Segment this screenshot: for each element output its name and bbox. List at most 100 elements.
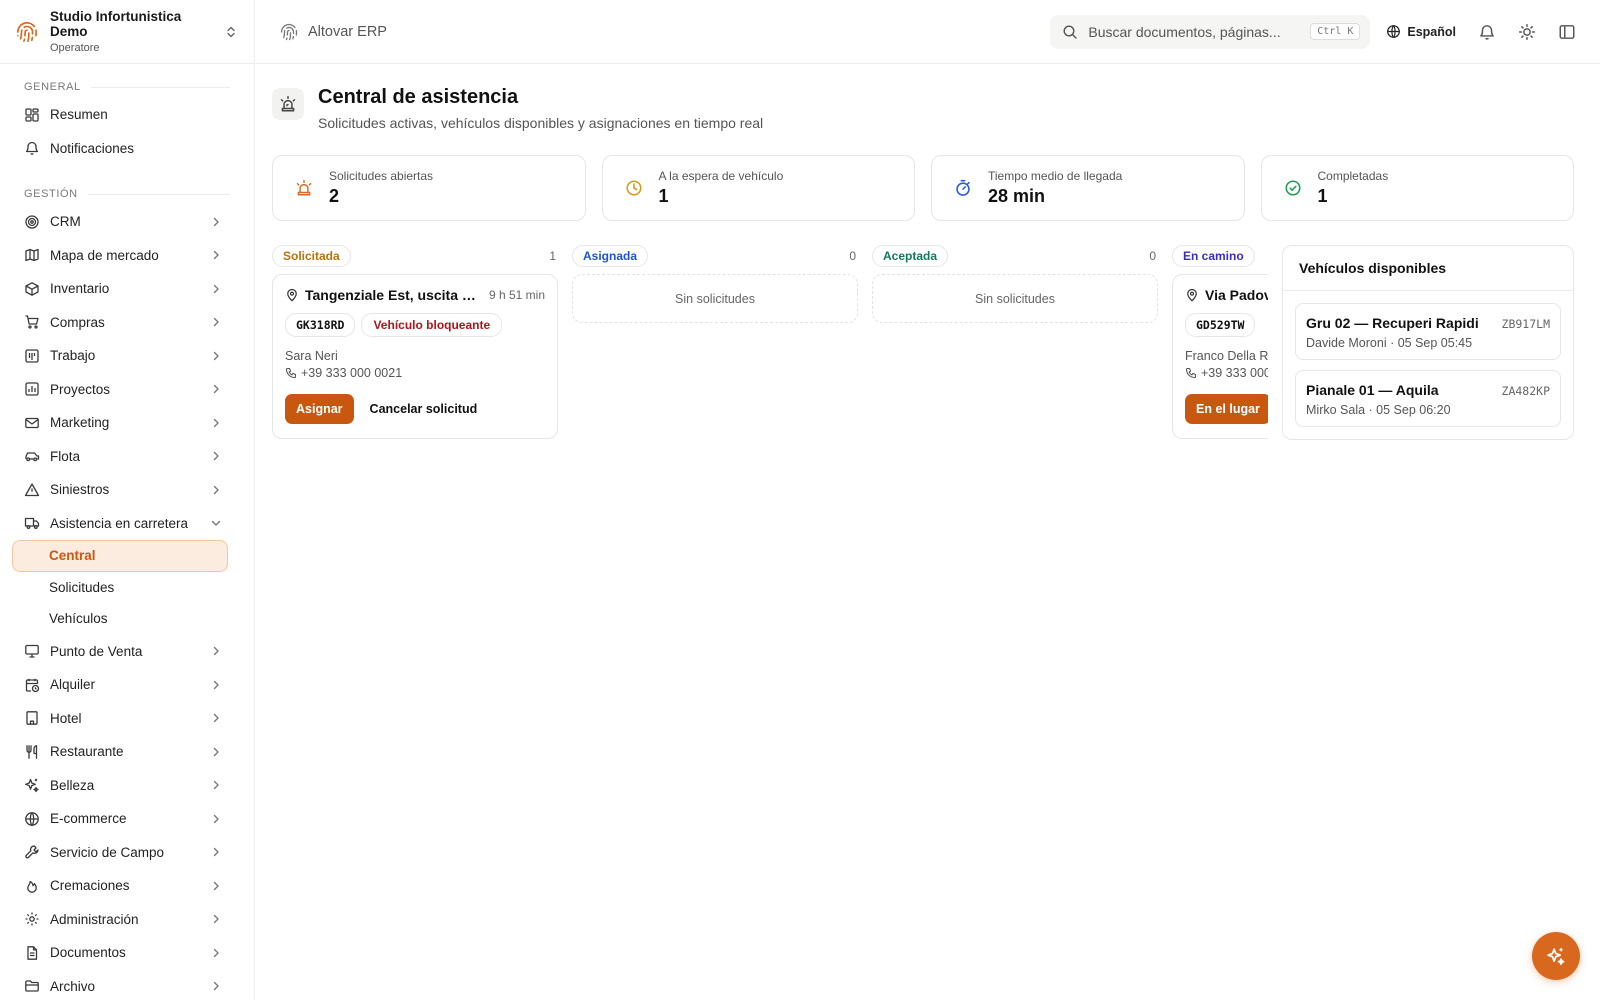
chevron-right-icon [213, 418, 219, 427]
chevron-right-icon [213, 647, 219, 656]
status-badge: Asignada [572, 245, 649, 267]
column-count: 1 [549, 249, 556, 263]
sidebar-nav: GENERAL Resumen Notificaciones GESTIÓN C… [0, 64, 254, 1000]
sidebar-item-asistencia-en-carretera[interactable]: Asistencia en carretera [0, 507, 254, 541]
on-site-button[interactable]: En el lugar [1185, 394, 1268, 424]
sidebar-item-inventario[interactable]: Inventario [0, 272, 254, 306]
sidebar-subitem-solicitudes[interactable]: Solicitudes [12, 572, 228, 604]
cancel-request-button[interactable]: Cancelar solicitud [370, 402, 478, 416]
ai-assistant-button[interactable] [1532, 932, 1580, 980]
request-card[interactable]: Via Padova GD529TW Franco Della Rocca +3… [1172, 274, 1268, 439]
target-icon [25, 215, 39, 229]
vehicle-row: Gru 02 — Recuperi Rapidi ZB917LM [1306, 315, 1550, 331]
car-icon [25, 452, 40, 462]
sidebar-item-mapa-de-mercado[interactable]: Mapa de mercado [0, 239, 254, 273]
column-en-camino: En camino Via Padova GD529TW Franco Dell… [1172, 245, 1268, 439]
language-label: Español [1407, 24, 1456, 39]
stats-row: Solicitudes abiertas 2 A la espera de veh… [272, 155, 1574, 221]
sidebar-item-label: Marketing [50, 415, 110, 431]
sun-icon[interactable] [1518, 23, 1536, 41]
sidebar-item-notificaciones[interactable]: Notificaciones [0, 132, 254, 166]
vehicle-item[interactable]: Pianale 01 — Aquila ZA482KP Mirko Sala ·… [1295, 370, 1561, 427]
sidebar-item-e-commerce[interactable]: E-commerce [0, 802, 254, 836]
sidebar-item-servicio-de-campo[interactable]: Servicio de Campo [0, 836, 254, 870]
sidebar-item-resumen[interactable]: Resumen [0, 98, 254, 132]
page-subtitle: Solicitudes activas, vehículos disponibl… [318, 115, 764, 131]
mail-icon [25, 417, 39, 428]
panel-toggle-icon[interactable] [1558, 23, 1576, 41]
vehicle-item[interactable]: Gru 02 — Recuperi Rapidi ZB917LM Davide … [1295, 303, 1561, 360]
page-header: Central de asistencia Solicitudes activa… [272, 86, 1574, 131]
chevron-right-icon [213, 452, 219, 461]
org-name: Studio Infortunistica Demo [50, 9, 182, 39]
chart-icon [25, 382, 39, 396]
app-brand[interactable]: Altovar ERP [280, 23, 1050, 41]
chevron-right-icon [213, 915, 219, 924]
column-header: Asignada 0 [572, 245, 858, 267]
truck-icon [24, 518, 40, 530]
sidebar-item-label: Cremaciones [50, 878, 130, 894]
blocking-vehicle-tag: Vehículo bloqueante [361, 313, 503, 337]
plate-badge: GK318RD [285, 313, 356, 337]
stat-card: Tiempo medio de llegada 28 min [931, 155, 1245, 221]
contact-name: Franco Della Rocca [1185, 349, 1268, 363]
stat-value: 28 min [988, 186, 1046, 206]
language-selector[interactable]: Español [1386, 24, 1456, 39]
chevron-right-icon [213, 982, 219, 991]
sidebar-subitem-central[interactable]: Central [12, 540, 228, 572]
sidebar-item-alquiler[interactable]: Alquiler [0, 668, 254, 702]
vehicle-name: Gru 02 — Recuperi Rapidi [1306, 315, 1479, 331]
flame-icon [27, 880, 37, 893]
vehicle-driver-time: Davide Moroni · 05 Sep 05:45 [1306, 336, 1473, 350]
sidebar-item-flota[interactable]: Flota [0, 440, 254, 474]
sidebar-item-label: Documentos [50, 945, 126, 961]
sidebar-item-documentos[interactable]: Documentos [0, 936, 254, 970]
sidebar-item-hotel[interactable]: Hotel [0, 702, 254, 736]
settings-icon [25, 912, 39, 926]
sidebar-item-punto-de-venta[interactable]: Punto de Venta [0, 635, 254, 669]
vehicle-plate: ZA482KP [1501, 384, 1550, 398]
request-address: Via Padova [1205, 287, 1268, 303]
sidebar-item-cremaciones[interactable]: Cremaciones [0, 869, 254, 903]
bell-icon[interactable] [1478, 23, 1496, 41]
sidebar-item-siniestros[interactable]: Siniestros [0, 473, 254, 507]
sidebar-item-marketing[interactable]: Marketing [0, 406, 254, 440]
request-card[interactable]: Tangenziale Est, uscita Roma Nord 9 h 51… [272, 274, 558, 439]
sidebar-item-trabajo[interactable]: Trabajo [0, 339, 254, 373]
box-icon [25, 281, 39, 296]
card-tags: GK318RD Vehículo bloqueante [285, 313, 545, 337]
folder-icon [25, 980, 39, 992]
chevrons-updown-icon [227, 26, 235, 37]
sidebar-item-belleza[interactable]: Belleza [0, 769, 254, 803]
search-input[interactable]: Buscar documentos, páginas... Ctrl K [1050, 14, 1371, 49]
sidebar-item-label: Siniestros [50, 482, 110, 498]
org-switcher[interactable]: Studio Infortunistica Demo Operatore [0, 0, 254, 64]
sidebar-item-compras[interactable]: Compras [0, 306, 254, 340]
org-role: Operatore [50, 42, 100, 54]
sidebar-item-label: Servicio de Campo [50, 844, 165, 860]
fingerprint-icon [280, 23, 298, 40]
sidebar-item-administracion[interactable]: Administración [0, 903, 254, 937]
chevron-right-icon [213, 217, 219, 226]
map-icon [25, 249, 39, 262]
check-circle-icon [1284, 180, 1301, 196]
sidebar-subitem-vehiculos[interactable]: Vehículos [12, 603, 228, 635]
section-label-text: GENERAL [24, 81, 81, 93]
vehicle-row: Pianale 01 — Aquila ZA482KP [1306, 382, 1550, 398]
sidebar-item-label: Hotel [50, 710, 82, 726]
sidebar-subitem-label: Vehículos [49, 611, 108, 627]
clock-icon [625, 180, 642, 196]
sidebar-item-proyectos[interactable]: Proyectos [0, 373, 254, 407]
sidebar-subitem-label: Solicitudes [49, 579, 115, 595]
globe-icon [1387, 25, 1401, 38]
sidebar-item-label: Resumen [50, 107, 108, 123]
sidebar-item-archivo[interactable]: Archivo [0, 970, 254, 1000]
sidebar-item-restaurante[interactable]: Restaurante [0, 735, 254, 769]
status-badge: Solicitada [272, 245, 351, 267]
assign-button[interactable]: Asignar [285, 394, 354, 424]
card-tags: GD529TW [1185, 313, 1268, 337]
sidebar-item-label: Compras [50, 314, 105, 330]
sidebar-item-crm[interactable]: CRM [0, 205, 254, 239]
empty-column-placeholder: Sin solicitudes [872, 274, 1158, 323]
column-count: 0 [1149, 249, 1156, 263]
